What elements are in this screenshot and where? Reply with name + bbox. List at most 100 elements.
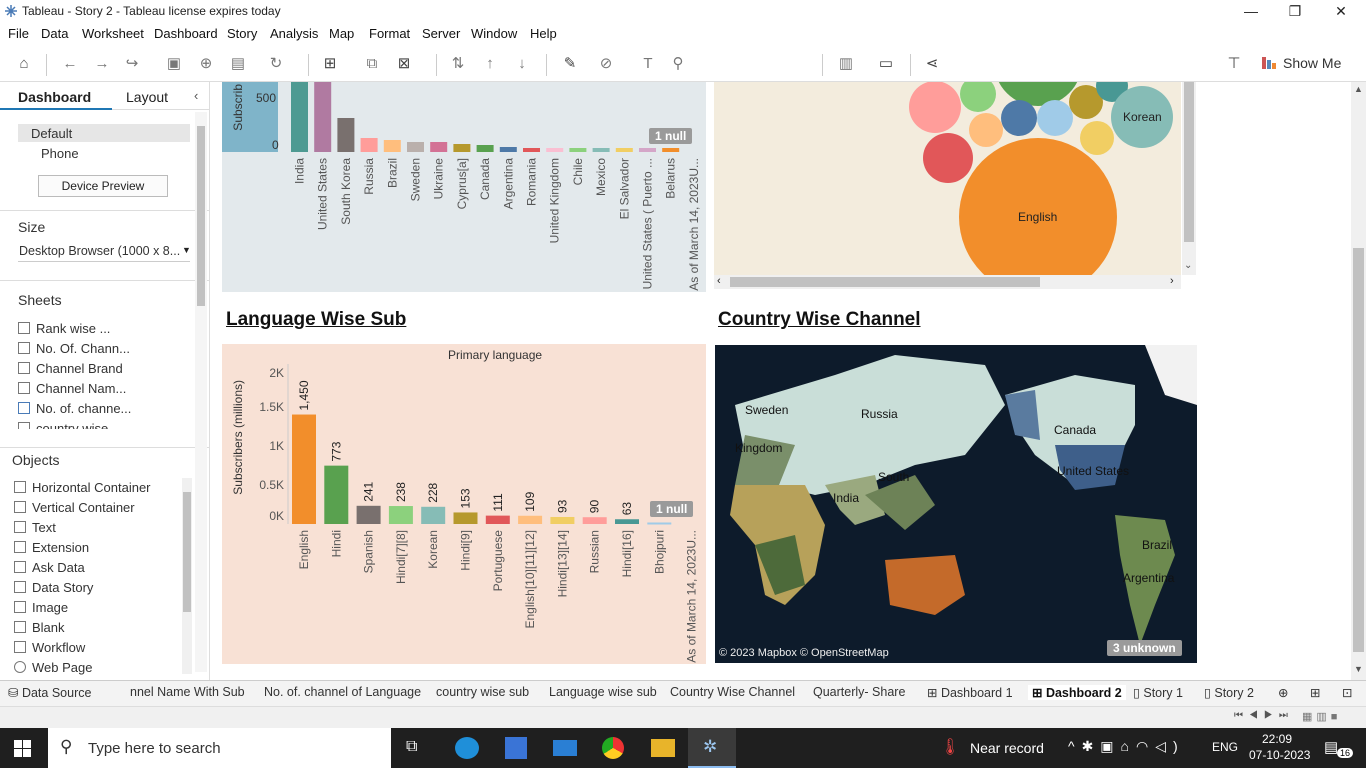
bar[interactable] <box>662 148 680 152</box>
file-explorer-icon[interactable] <box>651 739 675 757</box>
clear-sheet-icon[interactable]: ⊠ <box>394 54 414 74</box>
null-badge[interactable]: 1 null <box>650 501 694 517</box>
edge-icon[interactable] <box>455 737 479 759</box>
tab-country-wise-channel[interactable]: Country Wise Channel <box>670 685 795 699</box>
weather-text[interactable]: Near record <box>970 740 1044 756</box>
highlight-icon[interactable]: ✎ <box>560 54 580 74</box>
menu-server[interactable]: Server <box>422 26 460 41</box>
bar[interactable] <box>314 82 332 152</box>
bar[interactable] <box>485 515 510 524</box>
new-worksheet-tab-icon[interactable]: ⊕ <box>1278 685 1288 700</box>
tab-data-source[interactable]: ⛁ Data Source <box>8 685 91 700</box>
bar[interactable] <box>421 506 446 524</box>
group-icon[interactable]: ⊘ <box>596 54 616 74</box>
object-web-page[interactable]: Web Page <box>14 660 92 675</box>
home-icon[interactable]: ⌂ <box>14 54 34 74</box>
sheet-item[interactable]: Channel Nam... <box>18 381 126 396</box>
menu-map[interactable]: Map <box>329 26 354 41</box>
object-horizontal-container[interactable]: Horizontal Container <box>14 480 151 495</box>
tableau-taskbar-app[interactable]: ✲ <box>688 728 736 768</box>
bar[interactable] <box>569 148 587 152</box>
country-subscribers-chart[interactable]: Subscrib 500 0 India United States South K… <box>222 82 706 292</box>
windows-start-icon[interactable] <box>14 740 32 758</box>
store-icon[interactable] <box>505 737 527 759</box>
minimize-button[interactable]: — <box>1228 0 1274 24</box>
chrome-icon[interactable] <box>602 737 624 759</box>
swap-icon[interactable]: ⇅ <box>448 54 468 74</box>
bubble-vscroll[interactable]: ⌄ <box>1182 82 1196 275</box>
input-language[interactable]: ENG <box>1212 740 1238 754</box>
menu-data[interactable]: Data <box>41 26 68 41</box>
tab-no-of-channel-of-language[interactable]: No. of. channel of Language <box>264 685 421 699</box>
unknown-badge[interactable]: 3 unknown <box>1107 640 1182 656</box>
show-me-button[interactable]: Show Me <box>1283 55 1341 71</box>
device-preview-button[interactable]: Device Preview <box>38 175 168 197</box>
menu-analysis[interactable]: Analysis <box>270 26 318 41</box>
bar[interactable] <box>360 138 378 152</box>
clock-time[interactable]: 22:09 <box>1262 732 1292 746</box>
map-attribution[interactable]: © 2023 Mapbox © OpenStreetMap <box>719 647 889 659</box>
new-dashboard-tab-icon[interactable]: ⊞ <box>1310 685 1320 700</box>
language-bubble-chart[interactable]: Korean English <box>714 82 1181 275</box>
bar[interactable] <box>388 506 413 524</box>
refresh-icon[interactable]: ↻ <box>266 54 286 74</box>
object-data-story[interactable]: Data Story <box>14 580 93 595</box>
collapse-pane-icon[interactable]: ‹ <box>194 88 198 103</box>
sheet-item[interactable]: country wise ... <box>18 421 123 429</box>
bar[interactable] <box>383 140 401 152</box>
bar[interactable] <box>324 465 349 524</box>
language-subscribers-chart[interactable]: Primary language Subscribers (millions) … <box>222 344 706 664</box>
bar[interactable] <box>356 505 381 524</box>
close-button[interactable]: ✕ <box>1318 0 1364 24</box>
bar[interactable] <box>592 148 610 152</box>
object-vertical-container[interactable]: Vertical Container <box>14 500 135 515</box>
new-story-tab-icon[interactable]: ⊡ <box>1342 685 1352 700</box>
bubble-hscroll[interactable]: ‹ › <box>714 275 1181 289</box>
menu-worksheet[interactable]: Worksheet <box>82 26 144 41</box>
restore-button[interactable]: ❐ <box>1272 0 1318 24</box>
share-icon[interactable]: ⋖ <box>922 54 942 74</box>
bar[interactable] <box>615 519 639 524</box>
tab-navigation-icons[interactable]: ⏮◀▶⏭ <box>1234 710 1294 721</box>
menu-help[interactable]: Help <box>530 26 557 41</box>
undo-icon[interactable]: ← <box>60 54 80 74</box>
tab-language-wise-sub[interactable]: Language wise sub <box>549 685 657 699</box>
null-badge[interactable]: 1 null <box>649 128 693 144</box>
bar[interactable] <box>337 118 355 152</box>
new-worksheet-icon[interactable]: ⊞ <box>320 54 340 74</box>
new-data-source-icon[interactable]: ⊕ <box>196 54 216 74</box>
tab-dashboard-1[interactable]: ⊞ Dashboard 1 <box>927 685 1013 700</box>
bar[interactable] <box>546 148 564 152</box>
sheet-item[interactable]: No. Of. Chann... <box>18 341 130 356</box>
sort-ascending-icon[interactable]: ↑ <box>480 54 500 74</box>
object-text[interactable]: Text <box>14 520 56 535</box>
bar[interactable] <box>582 517 607 524</box>
bar[interactable] <box>647 522 672 525</box>
device-phone[interactable]: Phone <box>41 146 79 161</box>
format-icon[interactable]: ⊤ <box>1224 54 1244 74</box>
bar[interactable] <box>523 148 540 152</box>
pause-updates-icon[interactable]: ▤ <box>228 54 248 74</box>
clock-date[interactable]: 07-10-2023 <box>1249 748 1310 762</box>
replay-icon[interactable]: ↪ <box>122 54 142 74</box>
menu-file[interactable]: File <box>8 26 29 41</box>
menu-format[interactable]: Format <box>369 26 410 41</box>
bar[interactable] <box>291 82 308 152</box>
sheet-item[interactable]: Channel Brand <box>18 361 123 376</box>
tab-country-wise-sub[interactable]: country wise sub <box>436 685 529 699</box>
pane-scrollbar[interactable] <box>195 112 207 672</box>
labels-icon[interactable]: T <box>638 54 658 74</box>
bar[interactable] <box>453 512 478 524</box>
menu-window[interactable]: Window <box>471 26 517 41</box>
bar[interactable] <box>550 516 575 524</box>
bar[interactable] <box>407 142 424 152</box>
bar[interactable] <box>518 515 543 524</box>
country-map[interactable]: Russia Canada United States South India … <box>715 345 1197 663</box>
size-dropdown[interactable]: Desktop Browser (1000 x 8... ▼ <box>18 242 191 262</box>
tab-channel-name-with-sub[interactable]: nnel Name With Sub <box>130 685 245 699</box>
taskbar-search[interactable]: ⚲ Type here to search <box>48 728 391 768</box>
object-ask-data[interactable]: Ask Data <box>14 560 85 575</box>
bar[interactable] <box>430 142 448 152</box>
tab-story-1[interactable]: ▯ Story 1 <box>1133 685 1183 700</box>
sheet-item[interactable]: Rank wise ... <box>18 321 110 336</box>
